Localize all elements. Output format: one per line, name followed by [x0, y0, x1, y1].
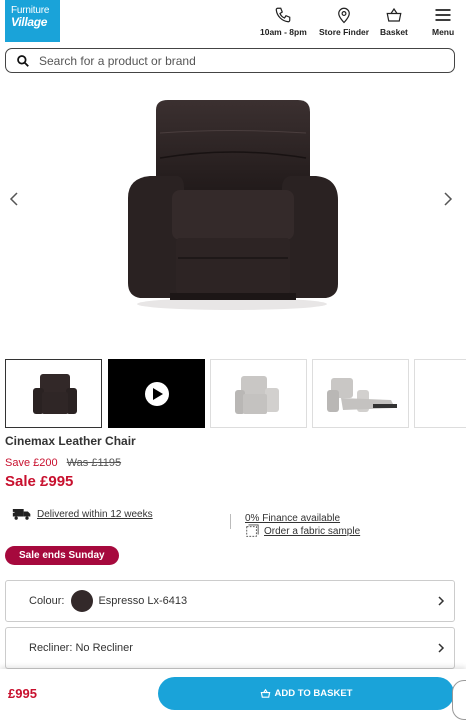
- add-to-basket-label: ADD TO BASKET: [274, 688, 353, 699]
- colour-selector[interactable]: Colour: Espresso Lx-6413: [5, 580, 455, 622]
- main-product-image: [128, 100, 338, 310]
- search-placeholder: Search for a product or brand: [39, 53, 196, 68]
- chair-thumbnail-image: [235, 376, 279, 414]
- store-finder-link[interactable]: Store Finder: [319, 6, 369, 37]
- carousel-next-icon[interactable]: [440, 189, 456, 209]
- sticky-basket-bar: £995 ADD TO BASKET: [0, 669, 466, 726]
- colour-swatch: [71, 590, 94, 612]
- info-divider: [230, 514, 231, 529]
- product-title: Cinemax Leather Chair: [5, 434, 136, 448]
- side-tab[interactable]: [452, 680, 466, 720]
- save-amount: Save £200: [5, 457, 58, 469]
- thumbnail-1[interactable]: [5, 359, 102, 428]
- basket-icon: [260, 688, 270, 698]
- delivery-text: Delivered within 12 weeks: [37, 508, 153, 520]
- opening-hours-link[interactable]: 10am - 8pm: [260, 6, 307, 37]
- thumbnail-strip: [5, 359, 466, 429]
- logo-line-2: Village: [11, 15, 48, 29]
- chevron-right-icon: [438, 643, 445, 653]
- site-header: Furniture Village 10am - 8pm Store Finde…: [0, 0, 466, 44]
- colour-value: Espresso Lx-6413: [98, 595, 188, 607]
- basket-link[interactable]: Basket: [380, 6, 408, 37]
- chevron-right-icon: [438, 596, 445, 606]
- menu-icon: [435, 9, 451, 21]
- thumbnail-video[interactable]: [108, 359, 205, 428]
- search-icon: [17, 54, 29, 67]
- basket-label: Basket: [380, 27, 408, 37]
- location-pin-icon: [338, 7, 350, 24]
- thumbnail-5[interactable]: [414, 359, 466, 428]
- finance-text: 0% Finance available: [245, 513, 341, 524]
- play-icon: [145, 382, 169, 406]
- sale-price: Sale £995: [5, 473, 74, 490]
- add-to-basket-button[interactable]: ADD TO BASKET: [158, 677, 454, 710]
- recliner-label: Recliner: No Recliner: [29, 642, 133, 654]
- menu-button[interactable]: Menu: [432, 6, 454, 37]
- colour-label: Colour:: [29, 595, 65, 607]
- furniture-village-logo[interactable]: Furniture Village: [5, 0, 60, 42]
- thumbnail-3[interactable]: [210, 359, 307, 428]
- carousel-prev-icon[interactable]: [6, 189, 22, 209]
- store-finder-label: Store Finder: [319, 27, 370, 37]
- delivery-truck-icon: [12, 509, 31, 520]
- product-image-carousel[interactable]: [0, 88, 466, 350]
- bottom-price: £995: [8, 686, 37, 701]
- was-price: Was £1195: [66, 457, 122, 469]
- sale-ends-badge: Sale ends Sunday: [5, 546, 119, 565]
- phone-icon: [276, 7, 291, 23]
- delivery-info-link[interactable]: Delivered within 12 weeks: [12, 507, 153, 521]
- fabric-sample-link[interactable]: Order a fabric sample: [245, 524, 360, 538]
- chair-thumbnail-image: [33, 374, 77, 414]
- chair-thumbnail-image: [327, 378, 397, 412]
- savings-line: Save £200 Was £1195: [5, 457, 121, 469]
- search-input[interactable]: Search for a product or brand: [5, 48, 455, 73]
- menu-label: Menu: [432, 27, 455, 37]
- thumbnail-4[interactable]: [312, 359, 409, 428]
- fabric-sample-text: Order a fabric sample: [264, 525, 361, 537]
- basket-icon: [386, 7, 402, 22]
- recliner-selector[interactable]: Recliner: No Recliner: [5, 627, 455, 669]
- fabric-sample-icon: [246, 524, 259, 537]
- opening-hours-label: 10am - 8pm: [260, 27, 307, 37]
